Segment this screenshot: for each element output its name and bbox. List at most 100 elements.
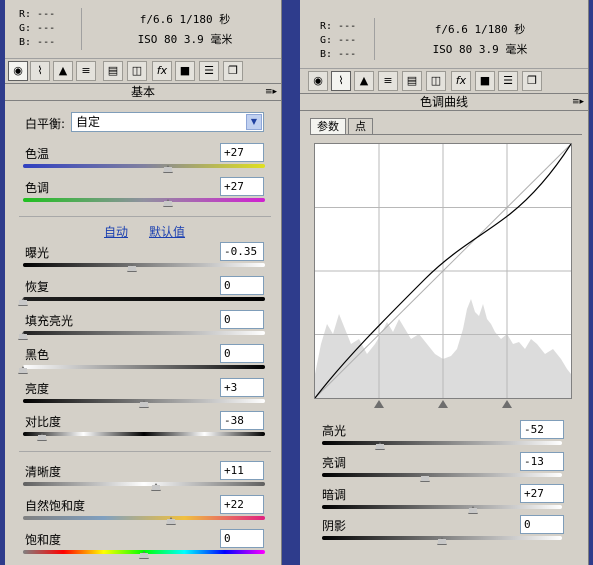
vibrance-value-field[interactable]: +22 (220, 495, 264, 514)
recovery-slider-row: 恢复 0 (5, 276, 281, 310)
blacks-slider-track[interactable] (23, 365, 265, 369)
exposure-value-field[interactable]: -0.35 (220, 242, 264, 261)
split-point-thumb[interactable] (438, 400, 448, 408)
exif-line1: f/6.6 1/180 秒 (434, 23, 526, 36)
r-value: R: --- (320, 21, 357, 32)
fill-light-label: 填充亮光 (25, 314, 74, 328)
fill-light-slider-track[interactable] (23, 331, 265, 335)
fill-light-slider-thumb[interactable] (18, 332, 28, 340)
temperature-label: 色温 (25, 147, 50, 161)
lights-value-field[interactable]: -13 (520, 452, 564, 471)
curve-icon[interactable]: ⌇ (331, 71, 351, 91)
clarity-slider-track[interactable] (23, 482, 265, 486)
camera-icon[interactable]: ■ (475, 71, 495, 91)
exposure-slider-track[interactable] (23, 263, 265, 267)
contrast-slider-track[interactable] (23, 432, 265, 436)
clarity-slider-thumb[interactable] (151, 483, 162, 491)
split-point-thumb[interactable] (502, 400, 512, 408)
fill-light-value-field[interactable]: 0 (220, 310, 264, 329)
divider (19, 451, 271, 452)
panel-tabs: ◉ ⌇ ▲ ≡ ▤ ◫ fx ■ ☰ ❐ (300, 69, 588, 94)
blacks-value-field[interactable]: 0 (220, 344, 264, 363)
tab-point[interactable]: 点 (348, 118, 373, 135)
default-link[interactable]: 默认值 (149, 223, 185, 240)
snapshot-icon[interactable]: ❐ (522, 71, 542, 91)
split-point-thumb[interactable] (374, 400, 384, 408)
highlights-value-field[interactable]: -52 (520, 420, 564, 439)
exposure-slider-row: 曝光 -0.35 (5, 242, 281, 276)
darks-slider-track[interactable] (322, 505, 562, 509)
fx-icon[interactable]: fx (152, 61, 172, 81)
hsl-icon[interactable]: ▤ (402, 71, 422, 91)
recovery-value-field[interactable]: 0 (220, 276, 264, 295)
mountain-icon[interactable]: ▲ (53, 61, 73, 81)
chevron-down-icon[interactable]: ▼ (246, 114, 262, 130)
section-title-text: 色调曲线 (419, 95, 468, 109)
lights-slider-track[interactable] (322, 473, 562, 477)
temperature-slider-thumb[interactable] (163, 165, 174, 173)
vibrance-slider-row: 自然饱和度 +22 (5, 495, 281, 529)
saturation-value-field[interactable]: 0 (220, 529, 264, 548)
tint-value-field[interactable]: +27 (220, 177, 264, 196)
brightness-label: 亮度 (25, 382, 50, 396)
clarity-value-field[interactable]: +11 (220, 461, 264, 480)
exposure-slider-thumb[interactable] (126, 264, 137, 272)
curve-icon[interactable]: ⌇ (30, 61, 50, 81)
contrast-value-field[interactable]: -38 (220, 411, 264, 430)
highlights-slider-thumb[interactable] (374, 442, 385, 450)
b-value: B: --- (320, 49, 357, 60)
tab-parametric[interactable]: 参数 (310, 118, 346, 135)
r-value: R: --- (19, 9, 56, 20)
basic-panel: R: --- G: --- B: --- f/6.6 1/180 秒 ISO 8… (5, 0, 282, 565)
shadows-value-field[interactable]: 0 (520, 515, 564, 534)
lights-slider-thumb[interactable] (420, 474, 431, 482)
vibrance-slider-track[interactable] (23, 516, 265, 520)
darks-value-field[interactable]: +27 (520, 484, 564, 503)
aperture-icon[interactable]: ◉ (8, 61, 28, 81)
split-icon[interactable]: ◫ (127, 61, 147, 81)
recovery-slider-track[interactable] (23, 297, 265, 301)
split-icon[interactable]: ◫ (426, 71, 446, 91)
vibrance-slider-thumb[interactable] (165, 517, 176, 525)
tone-curve-graph[interactable] (314, 143, 572, 399)
tone-curve-svg (314, 143, 572, 399)
panel-menu-icon[interactable]: ≡▸ (572, 94, 584, 110)
auto-link[interactable]: 自动 (104, 223, 128, 240)
highlights-slider-track[interactable] (322, 441, 562, 445)
exif-line2: ISO 80 3.9 毫米 (432, 43, 528, 56)
aperture-icon[interactable]: ◉ (308, 71, 328, 91)
brightness-value-field[interactable]: +3 (220, 378, 264, 397)
exif-info: f/6.6 1/180 秒 ISO 80 3.9 毫米 (390, 20, 570, 60)
panel-tabs: ◉ ⌇ ▲ ≡ ▤ ◫ fx ■ ☰ ❐ (5, 59, 281, 84)
darks-slider-thumb[interactable] (468, 506, 479, 514)
blacks-slider-row: 黑色 0 (5, 344, 281, 378)
shadows-slider-thumb[interactable] (437, 537, 447, 545)
white-balance-select[interactable]: 自定 ▼ (71, 112, 264, 132)
hsl-icon[interactable]: ▤ (103, 61, 123, 81)
temperature-slider-track[interactable] (23, 164, 265, 168)
saturation-slider-thumb[interactable] (139, 551, 149, 559)
blacks-slider-thumb[interactable] (18, 366, 28, 374)
recovery-slider-thumb[interactable] (18, 298, 28, 306)
exif-line1: f/6.6 1/180 秒 (139, 13, 231, 26)
fx-icon[interactable]: fx (451, 71, 471, 91)
presets-icon[interactable]: ☰ (199, 61, 219, 81)
brightness-slider-thumb[interactable] (139, 400, 149, 408)
detail-icon[interactable]: ≡ (76, 61, 96, 81)
section-title-text: 基本 (130, 85, 155, 99)
temperature-value-field[interactable]: +27 (220, 143, 264, 162)
tint-slider-track[interactable] (23, 198, 265, 202)
camera-icon[interactable]: ■ (175, 61, 195, 81)
mountain-icon[interactable]: ▲ (354, 71, 374, 91)
panel-menu-icon[interactable]: ≡▸ (265, 84, 277, 100)
highlights-slider-row: 高光 -52 (300, 420, 588, 454)
tint-slider-row: 色调 +27 (5, 177, 281, 211)
presets-icon[interactable]: ☰ (498, 71, 518, 91)
contrast-slider-thumb[interactable] (37, 433, 48, 441)
section-title: 基本 ≡▸ (5, 84, 281, 101)
contrast-slider-row: 对比度 -38 (5, 411, 281, 445)
detail-icon[interactable]: ≡ (378, 71, 398, 91)
tint-slider-thumb[interactable] (163, 199, 174, 207)
b-value: B: --- (19, 37, 56, 48)
snapshot-icon[interactable]: ❐ (223, 61, 243, 81)
